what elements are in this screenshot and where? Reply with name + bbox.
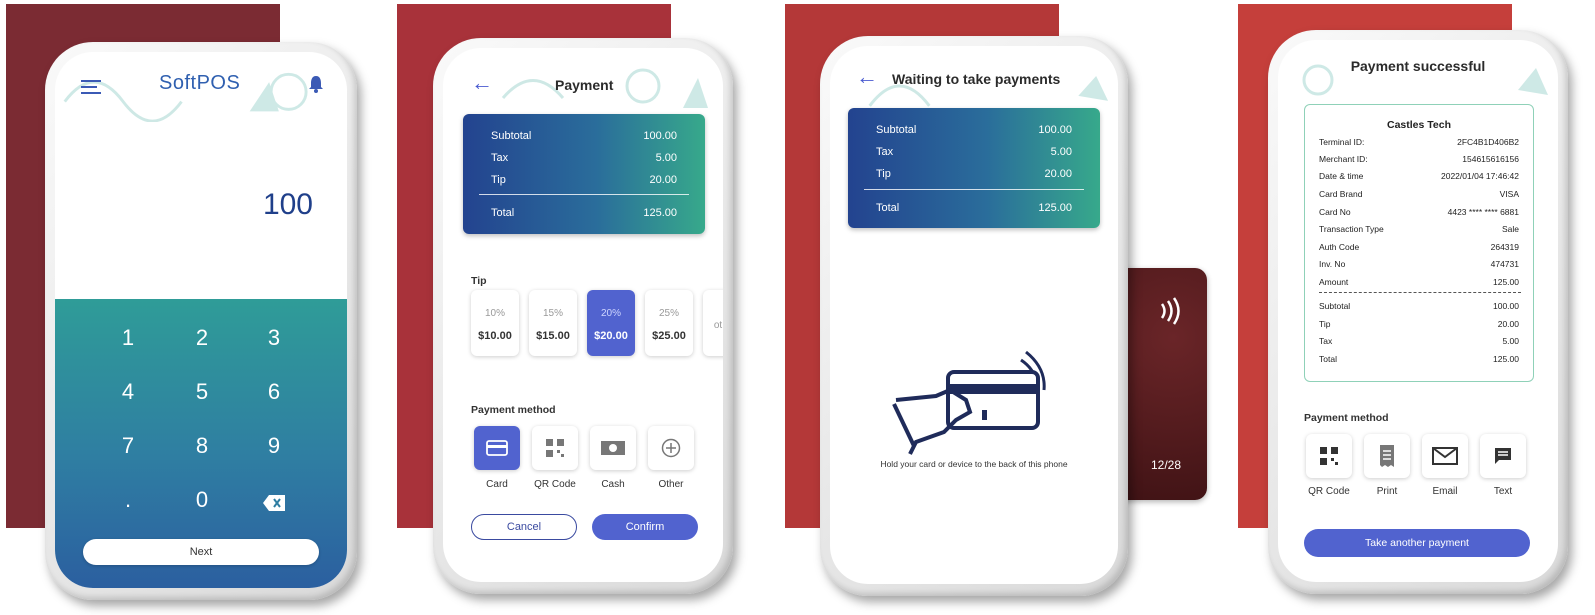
key-9[interactable]: 9 [249,433,299,459]
qr-code-icon [546,439,564,457]
key-3[interactable]: 3 [249,325,299,351]
decorative-pattern [1302,64,1548,96]
payment-method-label: Payment method [1304,412,1389,424]
receipt-row-datetime: Date & time 2022/01/04 17:46:42 [1319,171,1519,181]
summary-row-total: Total 125.00 [876,202,1072,214]
receipt-row-amount: Amount 125.00 [1319,277,1519,287]
cash-icon [601,441,625,455]
receipt-row-tip: Tip 20.00 [1319,319,1519,329]
receipt-card: Castles Tech Terminal ID: 2FC4B1D406B2 Me… [1304,104,1534,382]
method-cash[interactable] [590,426,636,470]
receipt-row-tax: Tax 5.00 [1319,336,1519,346]
key-8[interactable]: 8 [177,433,227,459]
keypad: 1 2 3 4 5 6 7 8 9 . 0 Next [55,299,347,588]
key-4[interactable]: 4 [103,379,153,405]
page-title: Payment [555,77,614,93]
share-qr-code[interactable] [1306,434,1352,478]
key-0[interactable]: 0 [177,487,227,513]
receipt-row-subtotal: Subtotal 100.00 [1319,301,1519,311]
backspace-icon[interactable] [249,491,299,517]
phone-amount-entry: SoftPOS 100 1 2 3 4 5 6 7 8 9 . 0 Next [45,42,357,600]
summary-divider [864,189,1084,190]
receipt-row-type: Transaction Type Sale [1319,224,1519,234]
summary-row-subtotal: Subtotal 100.00 [876,124,1072,136]
tip-option-25[interactable]: 25% $25.00 [645,290,693,356]
summary-card: Subtotal 100.00 Tax 5.00 Tip 20.00 Total 125… [848,108,1100,228]
page-title: Waiting to take payments [892,71,1061,87]
payment-screen: ← Payment Subtotal 100.00 Tax 5.00 Tip 20.0… [443,48,723,582]
receipt-row-brand: Card Brand VISA [1319,189,1519,199]
receipt-icon [1380,445,1394,467]
method-other-label: Other [658,479,684,490]
receipt-row-cardno: Card No 4423 **** **** 6881 [1319,207,1519,217]
amount-screen: SoftPOS 100 1 2 3 4 5 6 7 8 9 . 0 Next [55,52,347,588]
bell-icon[interactable] [307,74,325,99]
share-text[interactable] [1480,434,1526,478]
share-print[interactable] [1364,434,1410,478]
menu-icon[interactable] [81,80,101,94]
method-card[interactable] [474,426,520,470]
tap-instruction: Hold your card or device to the back of … [880,459,1068,469]
receipt-row-auth: Auth Code 264319 [1319,242,1519,252]
key-1[interactable]: 1 [103,325,153,351]
tip-option-20[interactable]: 20% $20.00 [587,290,635,356]
receipt-row-merchant: Merchant ID: 154615616156 [1319,154,1519,164]
summary-row-tax: Tax 5.00 [491,152,677,164]
summary-row-tax: Tax 5.00 [876,146,1072,158]
share-email[interactable] [1422,434,1468,478]
next-button[interactable]: Next [83,539,319,565]
key-6[interactable]: 6 [249,379,299,405]
merchant-name: Castles Tech [1387,119,1451,131]
page-title: Payment successful [1350,58,1486,74]
key-2[interactable]: 2 [177,325,227,351]
waiting-screen: ← Waiting to take payments Subtotal 100.0… [830,46,1118,584]
tip-section-label: Tip [471,275,487,287]
receipt-row-total: Total 125.00 [1319,354,1519,364]
method-other[interactable] [648,426,694,470]
key-7[interactable]: 7 [103,433,153,459]
payment-method-label: Payment method [471,404,556,416]
success-screen: Payment successful Castles Tech Terminal… [1278,40,1558,582]
summary-row-tip: Tip 20.00 [876,168,1072,180]
method-qr-code[interactable] [532,426,578,470]
phone-success: Payment successful Castles Tech Terminal… [1268,30,1568,594]
summary-card: Subtotal 100.00 Tax 5.00 Tip 20.00 Total 125… [463,114,705,234]
tip-option-10[interactable]: 10% $10.00 [471,290,519,356]
cancel-button[interactable]: Cancel [471,514,577,540]
key-decimal[interactable]: . [103,487,153,513]
back-arrow-icon[interactable]: ← [471,72,493,94]
email-icon [1432,447,1458,465]
summary-row-subtotal: Subtotal 100.00 [491,130,677,142]
message-icon [1495,448,1511,464]
amount-display: 100 [262,188,313,221]
back-arrow-icon[interactable]: ← [856,66,878,88]
tap-card-illustration-icon [892,350,1046,455]
confirm-button[interactable]: Confirm [592,514,698,540]
contactless-icon [1160,297,1180,325]
app-logo: SoftPOS [159,72,241,94]
card-expiry: 12/28 [1151,458,1182,472]
summary-row-tip: Tip 20.00 [491,174,677,186]
take-another-payment-button[interactable]: Take another payment [1304,529,1530,557]
phone-waiting: ← Waiting to take payments Subtotal 100.0… [820,36,1128,596]
receipt-row-terminal: Terminal ID: 2FC4B1D406B2 [1319,137,1519,147]
summary-row-total: Total 125.00 [491,207,677,219]
share-text-label: Text [1493,486,1513,497]
plus-circle-icon [661,438,681,458]
phone-payment: ← Payment Subtotal 100.00 Tax 5.00 Tip 20.0… [433,38,733,594]
tip-option-other[interactable]: ot [703,290,723,356]
receipt-divider [1319,292,1521,293]
card-icon [486,440,508,456]
summary-divider [479,194,689,195]
qr-code-icon [1320,447,1338,465]
receipt-row-invoice: Inv. No 474731 [1319,259,1519,269]
tip-option-15[interactable]: 15% $15.00 [529,290,577,356]
key-5[interactable]: 5 [177,379,227,405]
